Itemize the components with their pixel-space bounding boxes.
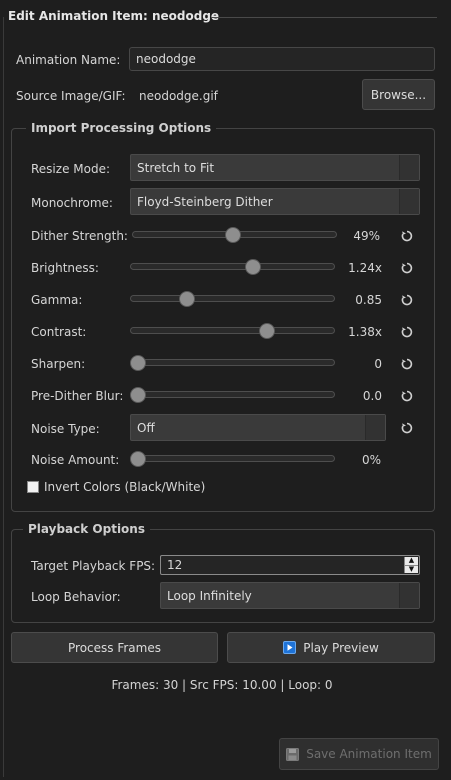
monochrome-label: Monochrome: [31,196,113,210]
slider-handle[interactable] [224,227,241,243]
noise-type-value: Off [137,420,155,435]
slider-handle[interactable] [130,355,146,371]
play-preview-button[interactable]: Play Preview [227,632,435,663]
dialog-title: Edit Animation Item: neododge [8,9,220,23]
slider-value: 49% [353,229,380,243]
import-processing-group-title: Import Processing Options [26,121,217,135]
resize-mode-label: Resize Mode: [31,162,111,176]
slider-label: Pre-Dither Blur: [31,389,124,403]
loop-behavior-value: Loop Infinitely [167,588,252,603]
reset-icon[interactable] [400,325,414,339]
adjustment-slider[interactable] [130,263,335,270]
noise-type-label: Noise Type: [31,422,100,436]
noise-type-reset-icon[interactable] [400,421,414,435]
target-fps-spinbox[interactable]: 12 ▲ ▼ [160,555,420,575]
process-frames-button[interactable]: Process Frames [11,632,218,663]
save-animation-item-button[interactable]: Save Animation Item [279,738,439,770]
target-fps-value: 12 [167,558,183,572]
reset-icon[interactable] [400,389,414,403]
reset-icon[interactable] [400,229,414,243]
invert-colors-checkbox[interactable] [27,481,39,493]
noise-amount-label: Noise Amount: [31,453,120,467]
noise-amount-slider[interactable] [130,455,335,462]
process-frames-label: Process Frames [68,640,161,655]
save-animation-item-label: Save Animation Item [306,747,432,761]
loop-behavior-select[interactable]: Loop Infinitely [160,582,420,609]
slider-handle[interactable] [130,387,146,403]
noise-amount-slider-handle[interactable] [130,451,146,467]
invert-colors-label[interactable]: Invert Colors (Black/White) [44,480,205,494]
save-disk-icon [286,747,300,761]
loop-behavior-label: Loop Behavior: [31,590,121,604]
animation-name-value: neododge [136,52,196,66]
slider-label: Contrast: [31,325,87,339]
slider-value: 0.85 [355,293,382,307]
slider-value: 1.24x [348,261,382,275]
adjustment-slider[interactable] [130,359,335,366]
monochrome-select[interactable]: Floyd-Steinberg Dither [130,188,420,215]
resize-mode-select[interactable]: Stretch to Fit [130,154,420,181]
resize-mode-value: Stretch to Fit [137,160,215,175]
slider-handle[interactable] [179,291,196,307]
fps-increment-icon[interactable]: ▲ [405,557,418,565]
reset-icon[interactable] [400,261,414,275]
slider-label: Brightness: [31,261,99,275]
source-image-filename: neododge.gif [139,89,218,103]
adjustment-slider[interactable] [130,327,335,334]
adjustment-slider[interactable] [130,391,335,398]
slider-label: Dither Strength: [31,229,128,243]
source-image-label: Source Image/GIF: [16,89,126,103]
play-icon [283,641,297,654]
playback-options-group-title: Playback Options [23,522,150,536]
loop-behavior-dropdown-button[interactable] [399,583,419,608]
monochrome-value: Floyd-Steinberg Dither [137,194,273,209]
play-preview-label: Play Preview [303,640,379,655]
slider-value: 1.38x [348,325,382,339]
frames-status-text: Frames: 30 | Src FPS: 10.00 | Loop: 0 [111,678,333,692]
monochrome-dropdown-button[interactable] [399,189,419,214]
noise-type-select[interactable]: Off [130,414,386,441]
noise-type-dropdown-button[interactable] [365,415,385,440]
slider-label: Gamma: [31,293,83,307]
animation-name-input[interactable]: neododge [129,47,435,71]
animation-name-label: Animation Name: [16,53,121,67]
noise-amount-value: 0% [361,453,381,467]
slider-handle[interactable] [258,323,275,339]
title-divider [211,17,437,18]
reset-icon[interactable] [400,293,414,307]
adjustment-slider[interactable] [130,295,335,302]
slider-value: 0 [374,357,382,371]
slider-value: 0.0 [362,389,382,403]
dialog-frame-edge [3,17,4,777]
browse-button[interactable]: Browse... [362,79,435,110]
reset-icon[interactable] [400,357,414,371]
slider-label: Sharpen: [31,357,86,371]
target-fps-label: Target Playback FPS: [31,559,156,573]
fps-decrement-icon[interactable]: ▼ [405,564,418,574]
resize-mode-dropdown-button[interactable] [399,155,419,180]
